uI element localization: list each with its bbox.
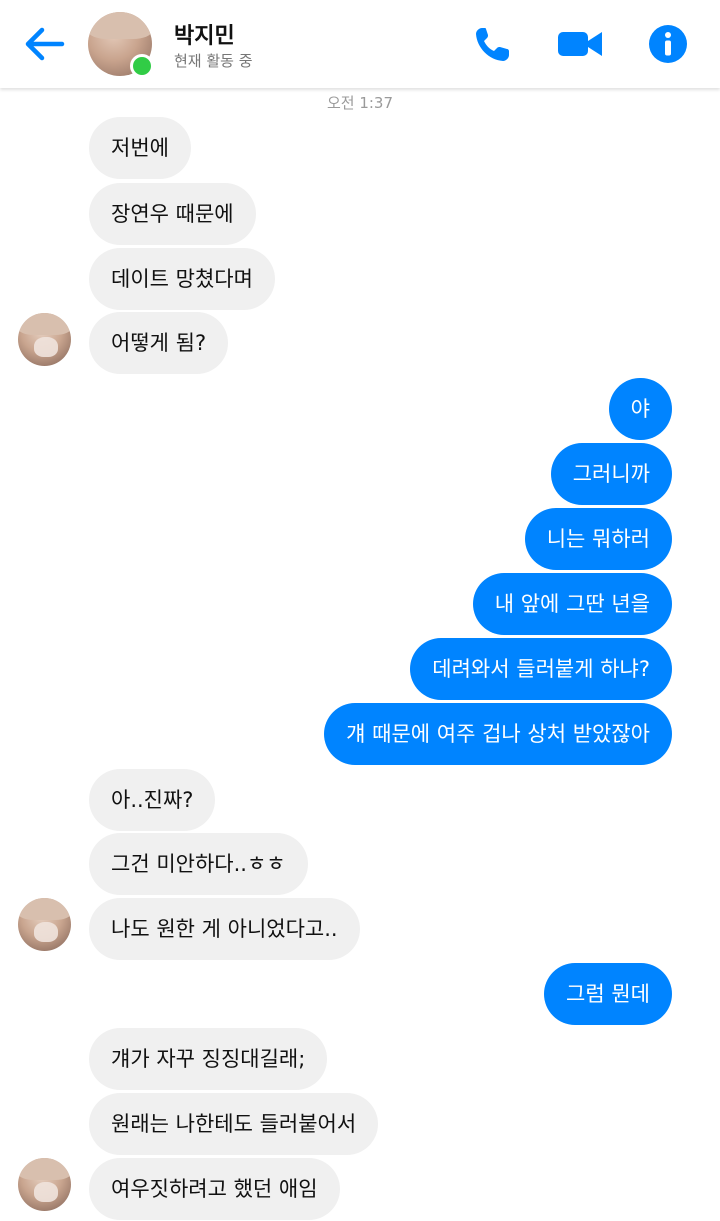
outgoing-message[interactable]: 야 [608,378,672,440]
back-button[interactable] [22,24,66,64]
info-icon [649,25,687,63]
online-status-dot [130,54,154,78]
incoming-message[interactable]: 걔가 자꾸 징징대길래; [89,1028,328,1090]
video-call-button[interactable] [556,22,602,66]
incoming-message[interactable]: 원래는 나한테도 들러붙어서 [89,1093,379,1155]
outgoing-message[interactable]: 걔 때문에 여주 겁나 상처 받았잖아 [324,703,672,765]
incoming-message[interactable]: 어떻게 됨? [89,312,229,374]
outgoing-message[interactable]: 데려와서 들러붙게 하냐? [410,638,672,700]
message-timestamp: 오전 1:37 [326,94,394,112]
contact-name[interactable]: 박지민 [174,18,235,50]
outgoing-message[interactable]: 니는 뭐하러 [524,508,672,570]
incoming-message[interactable]: 데이트 망쳤다며 [89,248,275,310]
incoming-message[interactable]: 나도 원한 게 아니었다고.. [89,898,360,960]
contact-status: 현재 활동 중 [174,52,253,70]
outgoing-message[interactable]: 그러니까 [550,443,672,505]
incoming-message[interactable]: 여우짓하려고 했던 애임 [89,1158,340,1220]
incoming-message[interactable]: 아..진짜? [89,769,216,831]
contact-avatar[interactable] [88,12,154,78]
sender-avatar[interactable] [18,1158,71,1211]
info-button[interactable] [646,22,690,66]
outgoing-message[interactable]: 내 앞에 그딴 년을 [472,573,672,635]
phone-icon [476,28,509,61]
sender-avatar[interactable] [18,313,71,366]
voice-call-button[interactable] [471,22,515,66]
outgoing-message[interactable]: 그럼 뭔데 [544,963,672,1025]
incoming-message[interactable]: 장연우 때문에 [89,183,256,245]
incoming-message[interactable]: 저번에 [89,117,191,179]
sender-avatar[interactable] [18,898,71,951]
chat-header: 박지민 현재 활동 중 [0,0,720,88]
video-camera-icon [558,32,602,56]
back-arrow-icon [25,27,65,61]
incoming-message[interactable]: 그건 미안하다..ㅎㅎ [89,833,308,895]
